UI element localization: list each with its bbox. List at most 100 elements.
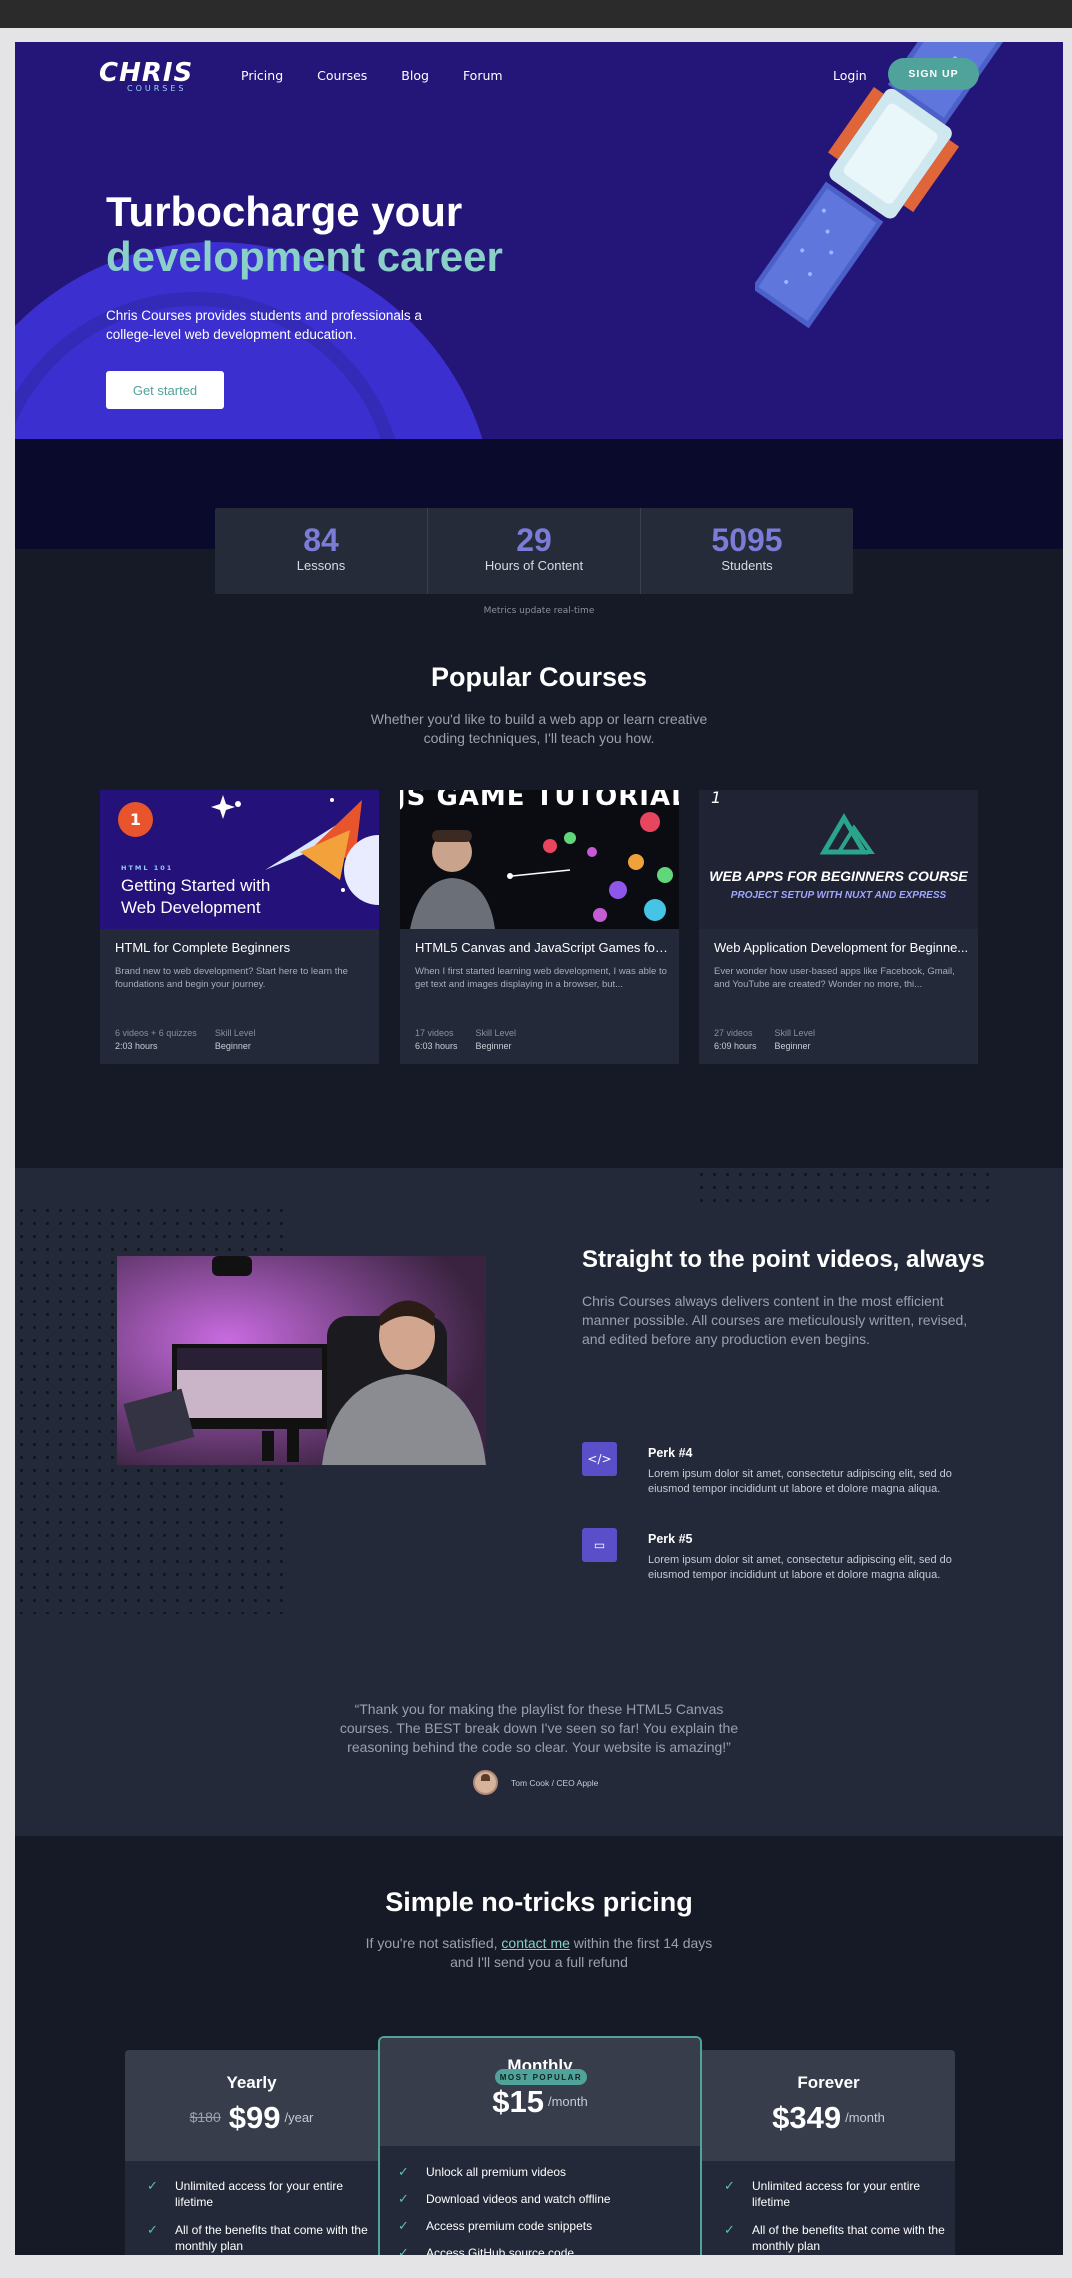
course-description: When I first started learning web develo… xyxy=(415,966,667,990)
thumb-kicker: HTML 101 xyxy=(121,864,174,872)
popular-courses-title: Popular Courses xyxy=(430,662,648,692)
video-features-section: Straight to the point videos, always Chr… xyxy=(15,1168,1063,1836)
logo[interactable]: CHRIS COURSES xyxy=(99,58,193,93)
meta-video-count: 6 videos + 6 quizzes xyxy=(115,1028,197,1038)
meta-duration: 6:09 hours xyxy=(714,1041,757,1051)
logo-subtext: COURSES xyxy=(127,84,187,93)
feature-item: ✓ Download videos and watch offline xyxy=(380,2191,700,2207)
price-period: /year xyxy=(284,2110,314,2125)
feature-item: ✓ Unlimited access for your entire lifeti… xyxy=(125,2178,378,2210)
stat-label: Hours of Content xyxy=(484,558,584,573)
plan-name: Yearly xyxy=(226,2073,277,2092)
plan-forever[interactable]: Forever $349/month ✓ Unlimited access for… xyxy=(702,2050,955,2255)
feature-item: ✓ All of the benefits that come with the … xyxy=(125,2222,378,2254)
feature-text: All of the benefits that come with the m… xyxy=(175,2223,368,2253)
video-preview[interactable] xyxy=(117,1256,486,1465)
course-meta: 27 videos 6:09 hours Skill Level Beginne… xyxy=(714,1027,815,1053)
course-description: Ever wonder how user-based apps like Fac… xyxy=(714,966,955,990)
stats-bar: 84 Lessons 29 Hours of Content 5095 Stud… xyxy=(215,508,853,594)
price-amount: $15 xyxy=(492,2084,544,2119)
price-amount: $349 xyxy=(772,2100,842,2135)
perk-text: Lorem ipsum dolor sit amet, consectetur … xyxy=(648,1554,952,1581)
feature-text: Access premium code snippets xyxy=(426,2219,593,2233)
stat-lessons: 84 Lessons xyxy=(215,508,428,594)
plan-name: Forever xyxy=(797,2073,860,2092)
videos-title: Straight to the point videos, always xyxy=(582,1246,985,1273)
testimonial-author: Tom Cook / CEO Apple xyxy=(473,1770,598,1795)
feature-text: Unlimited access for your entire lifetim… xyxy=(175,2179,344,2209)
check-icon: ✓ xyxy=(147,2178,158,2193)
nav-pricing[interactable]: Pricing xyxy=(241,68,283,83)
meta-skill-label: Skill Level xyxy=(774,1028,816,1038)
hero-title: Turbocharge your development career xyxy=(106,189,503,279)
plan-features: ✓ Unlimited access for your entire lifeti… xyxy=(702,2178,955,2255)
nuxt-logo-illustration xyxy=(819,813,875,855)
hero-subtitle: Chris Courses provides students and prof… xyxy=(106,308,422,342)
course-card-webapps[interactable]: 1 WEB APPS FOR BEGINNERS COURSE PROJECT … xyxy=(699,790,978,1064)
course-card-canvas[interactable]: JS GAME TUTORIAL HTML5 Canvas and JavaSc… xyxy=(400,790,679,1064)
feature-item: ✓ All of the benefits that come with the … xyxy=(702,2222,955,2254)
nav-blog[interactable]: Blog xyxy=(401,68,429,83)
meta-videos: 27 videos 6:09 hours xyxy=(714,1027,757,1053)
meta-skill-label: Skill Level xyxy=(475,1028,517,1038)
plan-features: ✓ Unlimited access for your entire lifeti… xyxy=(125,2178,378,2255)
thumb-title-line1: Getting Started with xyxy=(121,876,271,895)
avatar xyxy=(473,1770,498,1795)
course-meta: 6 videos + 6 quizzes 2:03 hours Skill Le… xyxy=(115,1027,255,1053)
video-preview-image xyxy=(117,1256,486,1465)
price-period: /month xyxy=(845,2110,885,2125)
plan-yearly[interactable]: Yearly $180 $99/year ✓ Unlimited access fo… xyxy=(125,2050,378,2255)
check-icon: ✓ xyxy=(398,2164,409,2179)
testimonial-quote: “Thank you for making the playlist for t… xyxy=(339,1701,739,1755)
feature-text: All of the benefits that come with the m… xyxy=(752,2223,945,2253)
check-icon: ✓ xyxy=(724,2178,735,2193)
feature-text: Unlock all premium videos xyxy=(426,2165,567,2179)
popular-courses-subtitle: Whether you'd like to build a web app or… xyxy=(370,711,708,746)
perk-title: Perk #4 xyxy=(648,1446,693,1460)
nav-courses[interactable]: Courses xyxy=(317,68,367,83)
course-title: HTML for Complete Beginners xyxy=(115,940,291,955)
course-card-html[interactable]: 1 HTML 101 Getting Started with Web Deve… xyxy=(100,790,379,1064)
meta-skill: Skill Level Beginner xyxy=(775,1027,816,1053)
plan-price: $180 $99/year xyxy=(125,2100,378,2136)
thumb-title: WEB APPS FOR BEGINNERS COURSE xyxy=(709,868,968,884)
old-price: $180 xyxy=(189,2109,221,2125)
check-icon: ✓ xyxy=(147,2222,158,2237)
get-started-button[interactable]: Get started xyxy=(106,371,224,409)
meta-video-count: 17 videos xyxy=(415,1028,454,1038)
contact-me-link[interactable]: contact me xyxy=(501,1935,569,1951)
stat-value: 5095 xyxy=(711,522,783,558)
stat-label: Students xyxy=(721,558,773,573)
check-icon: ✓ xyxy=(398,2245,409,2255)
stat-students: 5095 Students xyxy=(641,508,853,594)
perk-title: Perk #5 xyxy=(648,1532,693,1546)
feature-item: ✓ Access GitHub source code xyxy=(380,2245,700,2255)
metrics-note: Metrics update real-time xyxy=(483,606,595,616)
stat-hours: 29 Hours of Content xyxy=(428,508,641,594)
meta-skill: Skill Level Beginner xyxy=(215,1027,256,1053)
plan-header: Yearly $180 $99/year xyxy=(125,2050,378,2161)
login-link[interactable]: Login xyxy=(833,68,867,83)
videos-description: Chris Courses always delivers content in… xyxy=(582,1293,968,1347)
feature-item: ✓ Unlimited access for your entire lifeti… xyxy=(702,2178,955,2210)
stat-value: 29 xyxy=(516,522,552,558)
course-title: HTML5 Canvas and JavaScript Games for ..… xyxy=(415,940,670,955)
feature-item: ✓ Access premium code snippets xyxy=(380,2218,700,2234)
dot-pattern-right xyxy=(695,1168,995,1208)
nav-forum[interactable]: Forum xyxy=(463,68,503,83)
main-nav: Pricing Courses Blog Forum xyxy=(241,68,503,83)
browser-top-bar xyxy=(0,0,1072,28)
thumb-title-line2: Web Development xyxy=(121,898,261,917)
signup-button[interactable]: SIGN UP xyxy=(888,58,979,90)
page-frame: CHRIS COURSES Pricing Courses Blog Forum… xyxy=(15,42,1063,2255)
check-icon: ✓ xyxy=(398,2191,409,2206)
pricing-title: Simple no-tricks pricing xyxy=(385,1887,693,1917)
meta-skill: Skill Level Beginner xyxy=(476,1027,517,1053)
course-title: Web Application Development for Beginne.… xyxy=(714,940,969,955)
stat-label: Lessons xyxy=(296,558,346,573)
stat-value: 84 xyxy=(303,522,339,558)
meta-duration: 2:03 hours xyxy=(115,1041,158,1051)
meta-skill-value: Beginner xyxy=(774,1041,811,1051)
chat-icon: ▭ xyxy=(582,1528,617,1562)
perk-text: Lorem ipsum dolor sit amet, consectetur … xyxy=(648,1468,952,1495)
